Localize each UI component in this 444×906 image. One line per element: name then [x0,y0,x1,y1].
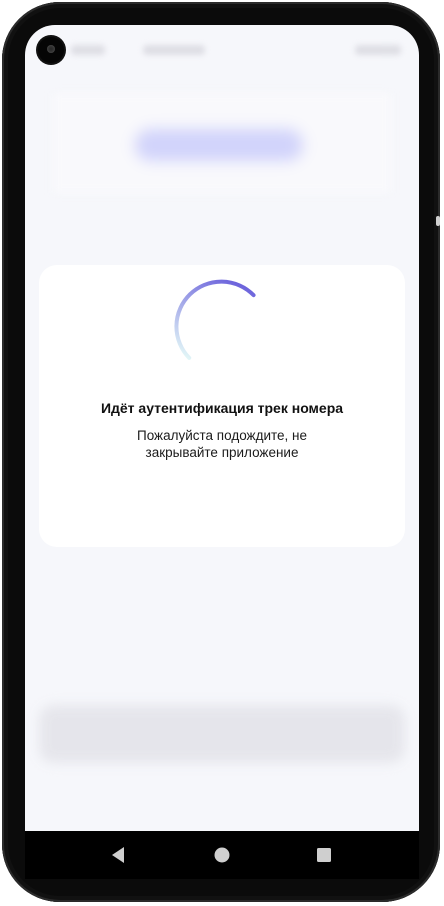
status-notification-icons-blurred [143,45,205,55]
status-bar [25,25,419,75]
app-screen: Идёт аутентификация трек номера Пожалуйс… [25,25,419,831]
power-button [436,216,440,226]
status-time-blurred [71,45,105,55]
back-triangle-icon[interactable] [107,843,131,867]
loading-spinner-icon [174,279,256,360]
blurred-bottom-content [39,705,405,763]
front-camera-icon [38,37,64,63]
loading-message: Пожалуйста подождите, не закрывайте прил… [136,428,307,460]
status-system-icons-blurred [355,45,401,55]
blurred-header [53,93,391,193]
loading-card: Идёт аутентификация трек номера Пожалуйс… [39,265,405,547]
home-circle-icon[interactable] [210,843,234,867]
system-navigation-bar [25,831,419,879]
recents-square-icon[interactable] [312,843,336,867]
camera-lens-icon [47,45,55,53]
loading-title: Идёт аутентификация трек номера [100,400,344,416]
blurred-header-accent [135,129,303,161]
